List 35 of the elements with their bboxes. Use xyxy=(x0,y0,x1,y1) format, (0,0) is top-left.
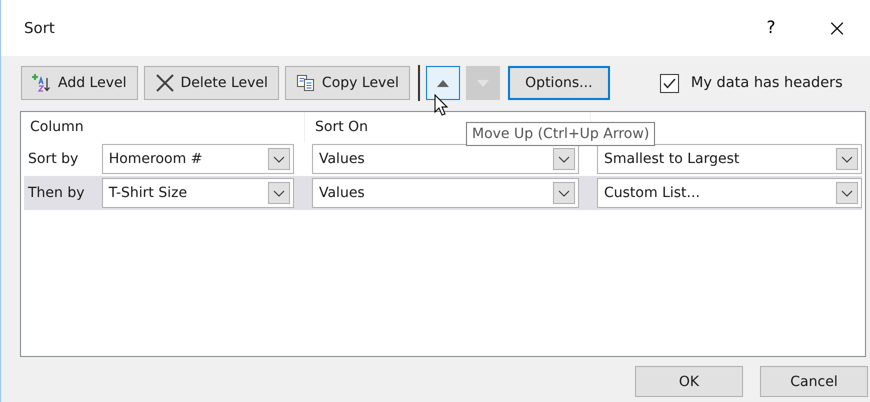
chevron-down-icon xyxy=(836,182,858,204)
dropdown[interactable]: Values xyxy=(312,144,579,174)
chevron-down-icon xyxy=(268,182,290,204)
copy-icon xyxy=(296,73,316,93)
checkbox[interactable] xyxy=(660,74,679,92)
options-button[interactable]: Options... xyxy=(508,66,610,100)
window-title: Sort xyxy=(24,19,55,37)
close-button[interactable]: × xyxy=(804,5,870,51)
dropdown[interactable]: Custom List... xyxy=(596,178,862,208)
dropdown[interactable]: T-Shirt Size xyxy=(102,178,294,208)
close-icon xyxy=(154,73,175,93)
chevron-down-icon xyxy=(552,182,575,204)
dropdown[interactable]: Homeroom # xyxy=(102,144,294,174)
help-button[interactable]: ? xyxy=(738,5,804,51)
check-icon xyxy=(662,78,676,88)
tooltip: Move Up (Ctrl+Up Arrow) xyxy=(466,122,656,146)
chevron-down-icon xyxy=(552,148,575,170)
checkbox-label[interactable]: My data has headers xyxy=(690,75,843,91)
chevron-down-icon xyxy=(836,148,858,170)
move-up-button[interactable] xyxy=(426,66,460,100)
level-label: Sort by xyxy=(27,151,80,167)
sort-level-row[interactable]: Then by T-Shirt Size Values Custom List... xyxy=(24,176,862,210)
dropdown[interactable]: Values xyxy=(312,178,579,208)
triangle-down-icon xyxy=(476,80,489,86)
triangle-up-icon xyxy=(436,80,449,86)
chevron-down-icon xyxy=(268,148,290,170)
dropdown[interactable]: Smallest to Largest xyxy=(596,144,862,174)
column-header: Column xyxy=(21,112,305,142)
copy-level-button[interactable]: Copy Level xyxy=(284,66,410,100)
ok-button[interactable]: OK xyxy=(635,366,743,397)
delete-level-button[interactable]: Delete Level xyxy=(144,66,279,100)
level-label: Then by xyxy=(27,185,86,201)
add-level-button[interactable]: Add Level xyxy=(21,66,138,100)
sort-add-icon xyxy=(32,73,52,93)
cancel-button[interactable]: Cancel xyxy=(760,366,868,397)
